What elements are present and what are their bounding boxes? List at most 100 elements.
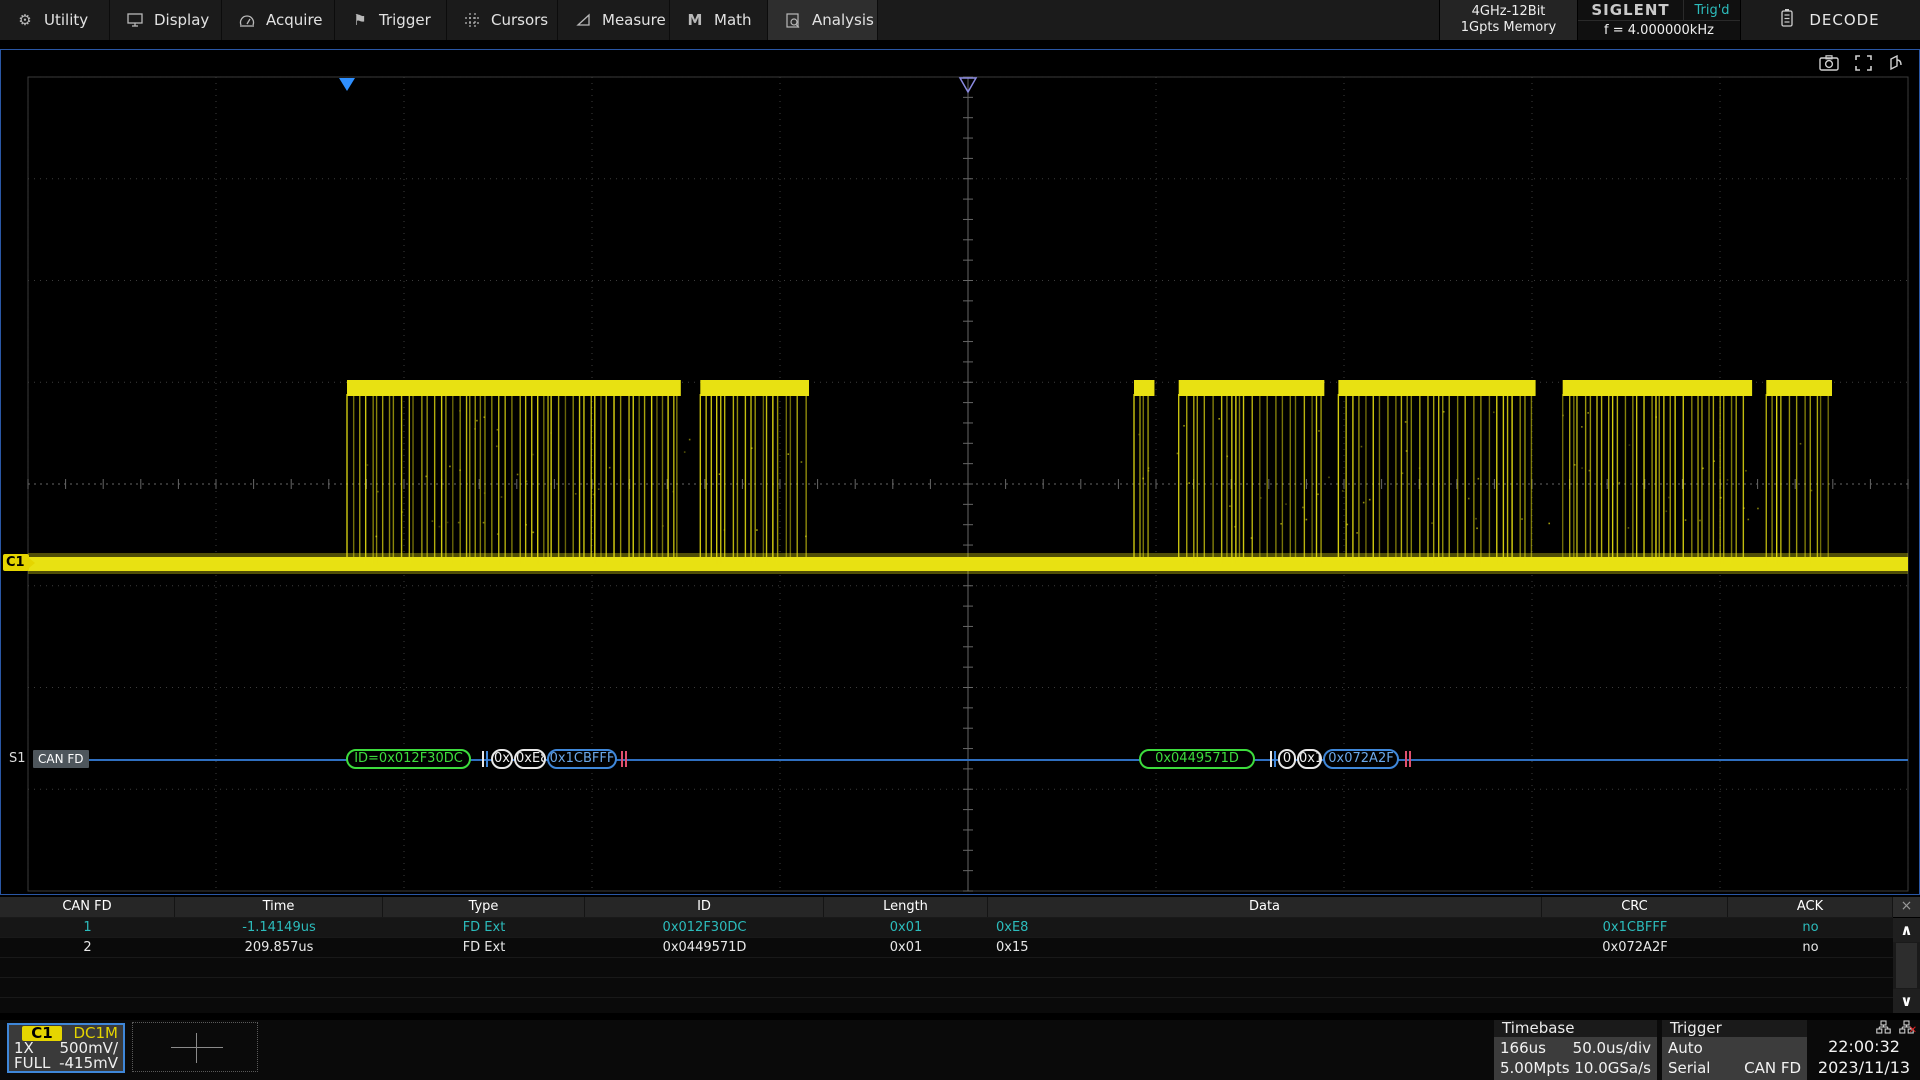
network-icon[interactable]: [1876, 1020, 1891, 1034]
decode-frame2-dlc: 0: [1278, 749, 1296, 769]
decode-table: CAN FD Time Type ID Length Data CRC ACK …: [0, 897, 1920, 1013]
menu-display-label: Display: [154, 11, 209, 29]
add-channel-slot[interactable]: [132, 1022, 258, 1072]
col-header-data: Data: [988, 897, 1542, 917]
menu-trigger-label: Trigger: [379, 11, 431, 29]
decode-frame1-stuff-bar: [482, 751, 484, 767]
decode-frame1-end-marker: [621, 751, 623, 767]
list-icon: [1781, 9, 1793, 31]
col-header-time: Time: [175, 897, 383, 917]
menu-bar: ⚙ Utility Display Acquire ⚑ Trigger Curs…: [0, 0, 1920, 40]
plus-icon: [171, 1047, 223, 1048]
network-error-icon[interactable]: ✕: [1899, 1020, 1914, 1034]
gauge-icon: [238, 11, 256, 29]
decode-frame1-data: 0xE8: [514, 749, 546, 769]
col-header-id: ID: [585, 897, 824, 917]
page-flip-icon[interactable]: [1888, 55, 1903, 71]
gear-icon: ⚙: [16, 11, 34, 29]
close-icon[interactable]: ×: [1893, 897, 1920, 918]
timebase-scale: 50.0us/div: [1573, 1039, 1651, 1058]
trigger-panel[interactable]: Trigger Auto Serial CAN FD: [1662, 1020, 1807, 1080]
decode-frame2-crc: 0x072A2F: [1323, 749, 1399, 769]
trigger-protocol: CAN FD: [1744, 1059, 1801, 1078]
table-row[interactable]: 1 -1.14149us FD Ext 0x012F30DC 0x01 0xE8…: [0, 918, 1893, 938]
decode-frame2-stuff-bar: [1270, 751, 1272, 767]
col-header-type: Type: [383, 897, 585, 917]
channel-position-marker[interactable]: C1: [3, 554, 29, 571]
system-time: 22:00:32: [1812, 1036, 1916, 1057]
scroll-down-button[interactable]: ∨: [1893, 989, 1920, 1013]
camera-icon[interactable]: [1819, 55, 1839, 71]
menu-measure[interactable]: Measure: [558, 0, 670, 40]
menu-cursors-label: Cursors: [491, 11, 548, 29]
display-corner-toolbar: [1819, 55, 1903, 71]
menu-acquire[interactable]: Acquire: [222, 0, 335, 40]
table-row-empty: [0, 978, 1893, 998]
bottom-bar: C1 DC1M 1X 500mV/ FULL -415mV Timebase 1…: [0, 1020, 1920, 1080]
trigger-type: Serial: [1668, 1059, 1710, 1078]
brand-logo: SIGLENT: [1578, 1, 1683, 19]
magnifier-doc-icon: [784, 11, 802, 29]
menu-cursors[interactable]: Cursors: [447, 0, 558, 40]
menu-analysis[interactable]: Analysis: [768, 0, 878, 40]
menu-utility[interactable]: ⚙ Utility: [0, 0, 110, 40]
decode-frame1-id: ID=0x012F30DC: [346, 749, 471, 769]
decode-table-header: CAN FD Time Type ID Length Data CRC ACK: [0, 897, 1893, 918]
table-row-empty: [0, 958, 1893, 978]
scroll-up-button[interactable]: ∧: [1893, 918, 1920, 942]
menu-math-label: Math: [714, 11, 752, 29]
ruler-triangle-icon: [574, 11, 592, 29]
menu-measure-label: Measure: [602, 11, 666, 29]
col-header-length: Length: [824, 897, 988, 917]
decode-frame1-end-marker: [625, 751, 627, 767]
menu-utility-label: Utility: [44, 11, 88, 29]
flag-icon: ⚑: [351, 11, 369, 29]
trigger-title: Trigger: [1662, 1020, 1807, 1037]
decode-label: DECODE: [1809, 11, 1879, 29]
channel1-offset: -415mV: [59, 1056, 118, 1071]
graticule-waveform: [1, 50, 1919, 894]
timebase-title: Timebase: [1494, 1020, 1657, 1037]
decode-frame1-crc: 0x1CBFFF: [547, 749, 617, 769]
math-m-icon: M: [686, 11, 704, 29]
trigger-frequency: f = 4.000000kHz: [1604, 23, 1714, 38]
col-header-crc: CRC: [1542, 897, 1728, 917]
timebase-panel[interactable]: Timebase 166us 50.0us/div 5.00Mpts 10.0G…: [1494, 1020, 1657, 1080]
bus-label: S1: [9, 751, 26, 766]
decode-frame2-stuff-bar: [1274, 751, 1276, 767]
menu-trigger[interactable]: ⚑ Trigger: [335, 0, 447, 40]
decode-frame1-stuff-bar: [486, 751, 488, 767]
decode-menu-button[interactable]: DECODE: [1740, 0, 1920, 40]
decode-frame2-end-marker: [1405, 751, 1407, 767]
clock-block: ✕ 22:00:32 2023/11/13: [1812, 1020, 1916, 1080]
timebase-samplerate: 10.0GSa/s: [1574, 1059, 1651, 1078]
timebase-points: 5.00Mpts: [1500, 1059, 1570, 1078]
col-header-ack: ACK: [1728, 897, 1893, 917]
decode-frame2-data: 0x1: [1297, 749, 1322, 769]
memory-label: 1Gpts Memory: [1461, 20, 1556, 36]
decode-frame2-id: 0x0449571D: [1139, 749, 1255, 769]
trigger-status-badge: Trig'd: [1683, 0, 1740, 20]
channel1-descriptor-box[interactable]: C1 DC1M 1X 500mV/ FULL -415mV: [7, 1023, 125, 1073]
menu-analysis-label: Analysis: [812, 11, 874, 29]
scrollbar-track[interactable]: [1896, 943, 1917, 988]
decode-frame1-dlc: 0x: [491, 749, 513, 769]
acquisition-info: 4GHz-12Bit 1Gpts Memory: [1439, 0, 1577, 40]
bus-protocol-badge[interactable]: CAN FD: [33, 750, 89, 768]
fullscreen-icon[interactable]: [1855, 55, 1872, 71]
plus-icon: [196, 1033, 197, 1063]
menu-math[interactable]: M Math: [670, 0, 768, 40]
menu-acquire-label: Acquire: [266, 11, 323, 29]
decode-frame2-end-marker: [1409, 751, 1411, 767]
channel1-bandwidth: FULL: [14, 1056, 50, 1071]
col-header-canfd: CAN FD: [0, 897, 175, 917]
menu-display[interactable]: Display: [110, 0, 222, 40]
monitor-icon: [126, 11, 144, 29]
brand-trigger-info: SIGLENT Trig'd f = 4.000000kHz: [1577, 0, 1740, 40]
system-date: 2023/11/13: [1812, 1057, 1916, 1078]
trigger-mode: Auto: [1668, 1039, 1703, 1058]
timebase-delay: 166us: [1500, 1039, 1546, 1058]
table-scrollbar: × ∧ ∨: [1893, 897, 1920, 1013]
scope-display: C1 S1 CAN FD ID=0x012F30DC 0x 0xE8 0x1CB…: [0, 49, 1920, 895]
table-row[interactable]: 2 209.857us FD Ext 0x0449571D 0x01 0x15 …: [0, 938, 1893, 958]
